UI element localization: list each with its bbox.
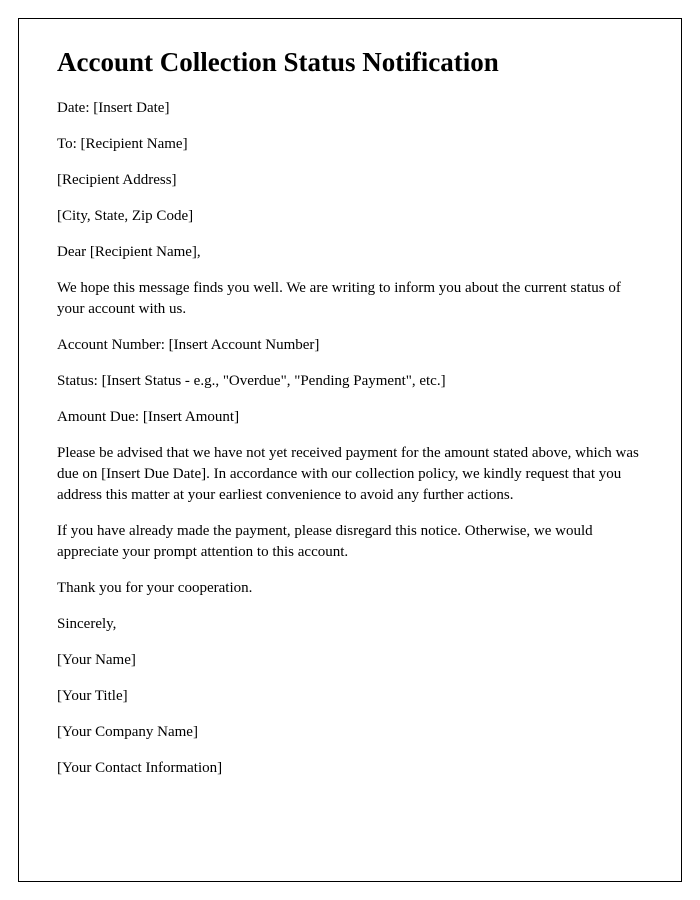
body-paragraph-1: Please be advised that we have not yet r… xyxy=(57,443,643,506)
sender-name-line: [Your Name] xyxy=(57,650,643,671)
recipient-to-line: To: [Recipient Name] xyxy=(57,134,643,155)
recipient-city-state-zip-line: [City, State, Zip Code] xyxy=(57,206,643,227)
recipient-address-line: [Recipient Address] xyxy=(57,170,643,191)
document-title: Account Collection Status Notification xyxy=(57,47,643,78)
amount-due-line: Amount Due: [Insert Amount] xyxy=(57,407,643,428)
document-frame: Account Collection Status Notification D… xyxy=(18,18,682,882)
sender-title-line: [Your Title] xyxy=(57,686,643,707)
closing-line: Sincerely, xyxy=(57,614,643,635)
account-number-line: Account Number: [Insert Account Number] xyxy=(57,335,643,356)
thanks-line: Thank you for your cooperation. xyxy=(57,578,643,599)
body-paragraph-2: If you have already made the payment, pl… xyxy=(57,521,643,563)
sender-contact-line: [Your Contact Information] xyxy=(57,758,643,779)
sender-company-line: [Your Company Name] xyxy=(57,722,643,743)
intro-paragraph: We hope this message finds you well. We … xyxy=(57,278,643,320)
date-line: Date: [Insert Date] xyxy=(57,98,643,119)
status-line: Status: [Insert Status - e.g., "Overdue"… xyxy=(57,371,643,392)
salutation-line: Dear [Recipient Name], xyxy=(57,242,643,263)
